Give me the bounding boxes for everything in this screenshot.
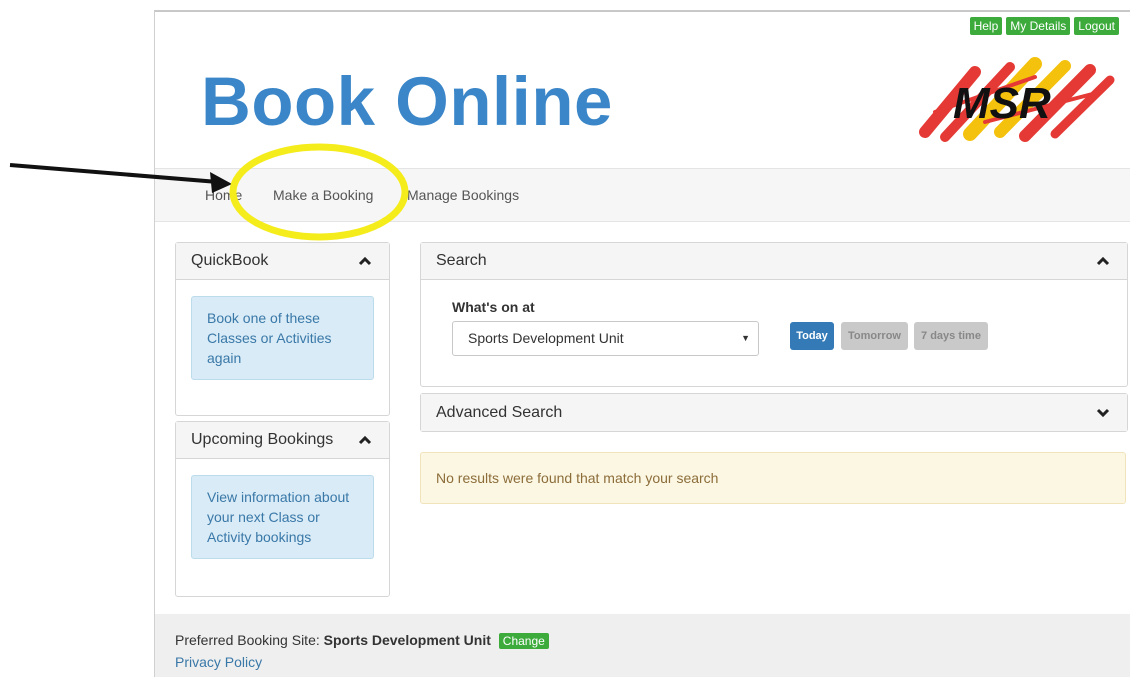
upcoming-bookings-header[interactable]: Upcoming Bookings [176, 422, 389, 459]
nav-make-booking[interactable]: Make a Booking [273, 187, 373, 203]
chevron-down-icon[interactable] [1094, 406, 1112, 420]
upcoming-bookings-panel: Upcoming Bookings View information about… [175, 421, 390, 597]
search-header[interactable]: Search [421, 243, 1127, 280]
nav-home[interactable]: Home [205, 187, 242, 203]
msr-logo-text: MSR [953, 79, 1051, 128]
logout-link[interactable]: Logout [1074, 17, 1119, 35]
top-links: Help My Details Logout [969, 17, 1119, 35]
privacy-policy-link[interactable]: Privacy Policy [175, 654, 262, 670]
upcoming-bookings-info[interactable]: View information about your next Class o… [191, 475, 374, 559]
quickbook-panel: QuickBook Book one of these Classes or A… [175, 242, 390, 416]
preferred-site-label: Preferred Booking Site: [175, 632, 320, 648]
quickbook-title: QuickBook [191, 252, 269, 269]
my-details-link[interactable]: My Details [1006, 17, 1071, 35]
seven-days-button[interactable]: 7 days time [914, 322, 988, 350]
footer: Preferred Booking Site: Sports Developme… [155, 614, 1130, 677]
chevron-up-icon[interactable] [1094, 254, 1112, 268]
preferred-site-value: Sports Development Unit [323, 632, 491, 648]
main-nav: Home Make a Booking Manage Bookings [155, 168, 1130, 222]
advanced-search-panel: Advanced Search [420, 393, 1128, 432]
help-link[interactable]: Help [969, 17, 1003, 35]
nav-manage-bookings[interactable]: Manage Bookings [407, 187, 519, 203]
preferred-site-line: Preferred Booking Site: Sports Developme… [175, 632, 549, 649]
today-button[interactable]: Today [790, 322, 834, 350]
upcoming-bookings-title: Upcoming Bookings [191, 431, 334, 448]
booking-page: Help My Details Logout Book Online MSR H… [154, 10, 1130, 677]
chevron-up-icon[interactable] [356, 254, 374, 268]
site-select[interactable]: Sports Development Unit ▼ [452, 321, 759, 356]
whats-on-label: What's on at [452, 299, 535, 315]
advanced-search-header[interactable]: Advanced Search [421, 394, 1127, 431]
page-title: Book Online [201, 63, 613, 140]
tomorrow-button[interactable]: Tomorrow [841, 322, 908, 350]
search-title: Search [436, 252, 487, 269]
change-site-button[interactable]: Change [498, 633, 549, 649]
msr-logo: MSR [919, 57, 1115, 142]
site-select-value: Sports Development Unit [468, 330, 624, 346]
advanced-search-title: Advanced Search [436, 403, 563, 421]
quickbook-header[interactable]: QuickBook [176, 243, 389, 280]
chevron-up-icon[interactable] [356, 433, 374, 447]
no-results-alert: No results were found that match your se… [420, 452, 1126, 504]
dropdown-caret-icon: ▼ [741, 333, 750, 343]
quickbook-info[interactable]: Book one of these Classes or Activities … [191, 296, 374, 380]
